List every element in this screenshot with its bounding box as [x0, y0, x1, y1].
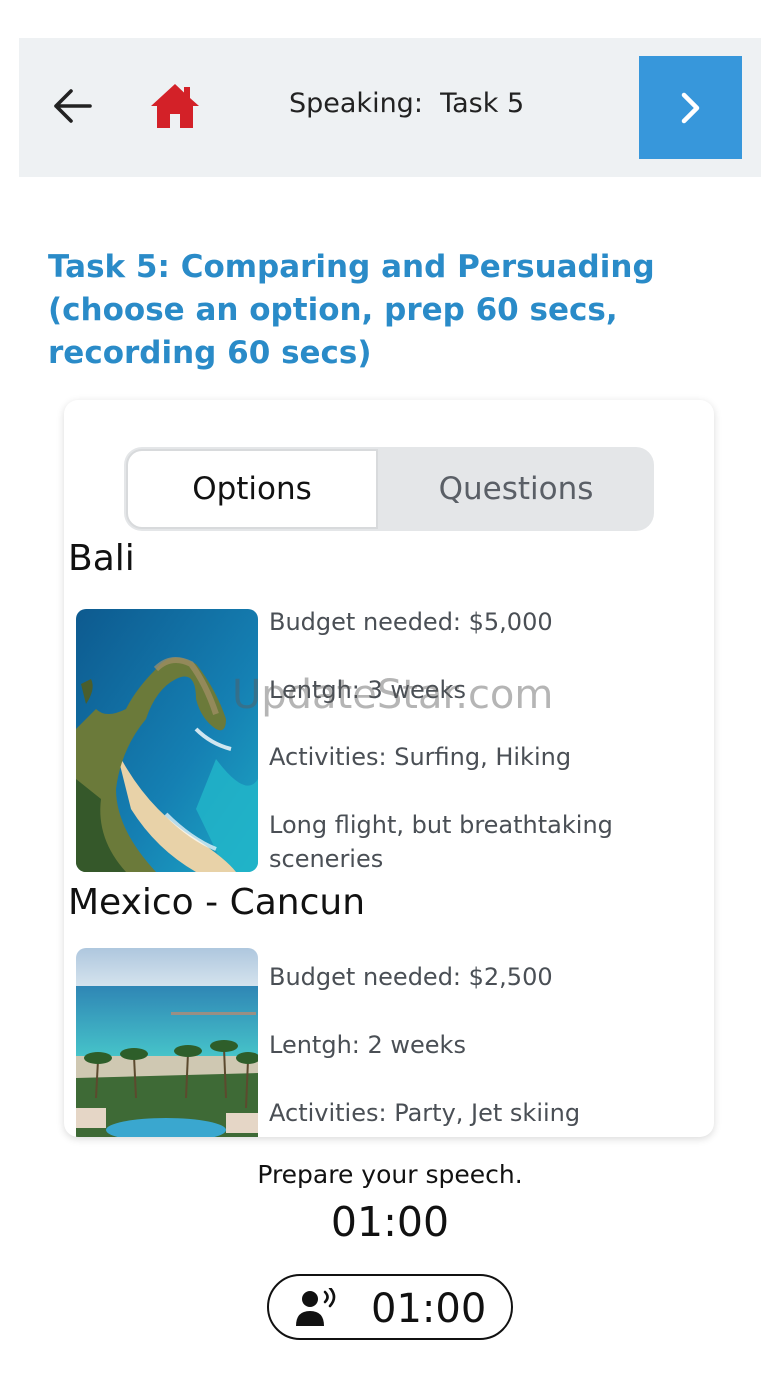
destination-title-bali: Bali — [68, 538, 135, 579]
arrow-left-icon — [54, 89, 92, 123]
mexico-budget: Budget needed: $2,500 — [269, 963, 553, 991]
mexico-activities: Activities: Party, Jet skiing — [269, 1099, 581, 1127]
bali-activities: Activities: Surfing, Hiking — [269, 743, 572, 771]
mexico-length: Lentgh: 2 weeks — [269, 1031, 466, 1059]
page-title: Speaking: Task 5 — [289, 88, 525, 119]
back-button[interactable] — [47, 84, 97, 128]
bali-budget: Budget needed: $5,000 — [269, 608, 553, 636]
mexico-photo — [76, 948, 258, 1137]
prepare-instruction: Prepare your speech. — [257, 1160, 523, 1189]
bali-photo — [76, 609, 258, 872]
top-bar: Speaking: Task 5 — [19, 38, 761, 177]
next-button[interactable] — [639, 56, 742, 159]
destination-title-mexico: Mexico - Cancun — [68, 882, 366, 923]
task-heading: Task 5: Comparing and Persuading (choose… — [48, 249, 655, 371]
tab-questions[interactable]: Questions — [380, 449, 652, 529]
speaking-person-icon — [296, 1288, 336, 1326]
watermark: UpdateStar.com — [232, 672, 554, 718]
tab-options[interactable]: Options — [126, 449, 378, 529]
chevron-right-icon — [681, 92, 699, 123]
recording-timer: 01:00 — [371, 1286, 487, 1332]
recording-timer-button[interactable]: 01:00 — [267, 1274, 513, 1340]
tab-switcher: Options Questions — [124, 447, 654, 531]
home-button[interactable] — [147, 80, 203, 132]
bali-note: Long flight, but breathtaking sceneries — [269, 811, 613, 873]
options-card: Options Questions Bali Budget needed: $5… — [64, 400, 714, 1137]
prep-timer: 01:00 — [330, 1198, 450, 1246]
home-icon — [151, 84, 199, 128]
